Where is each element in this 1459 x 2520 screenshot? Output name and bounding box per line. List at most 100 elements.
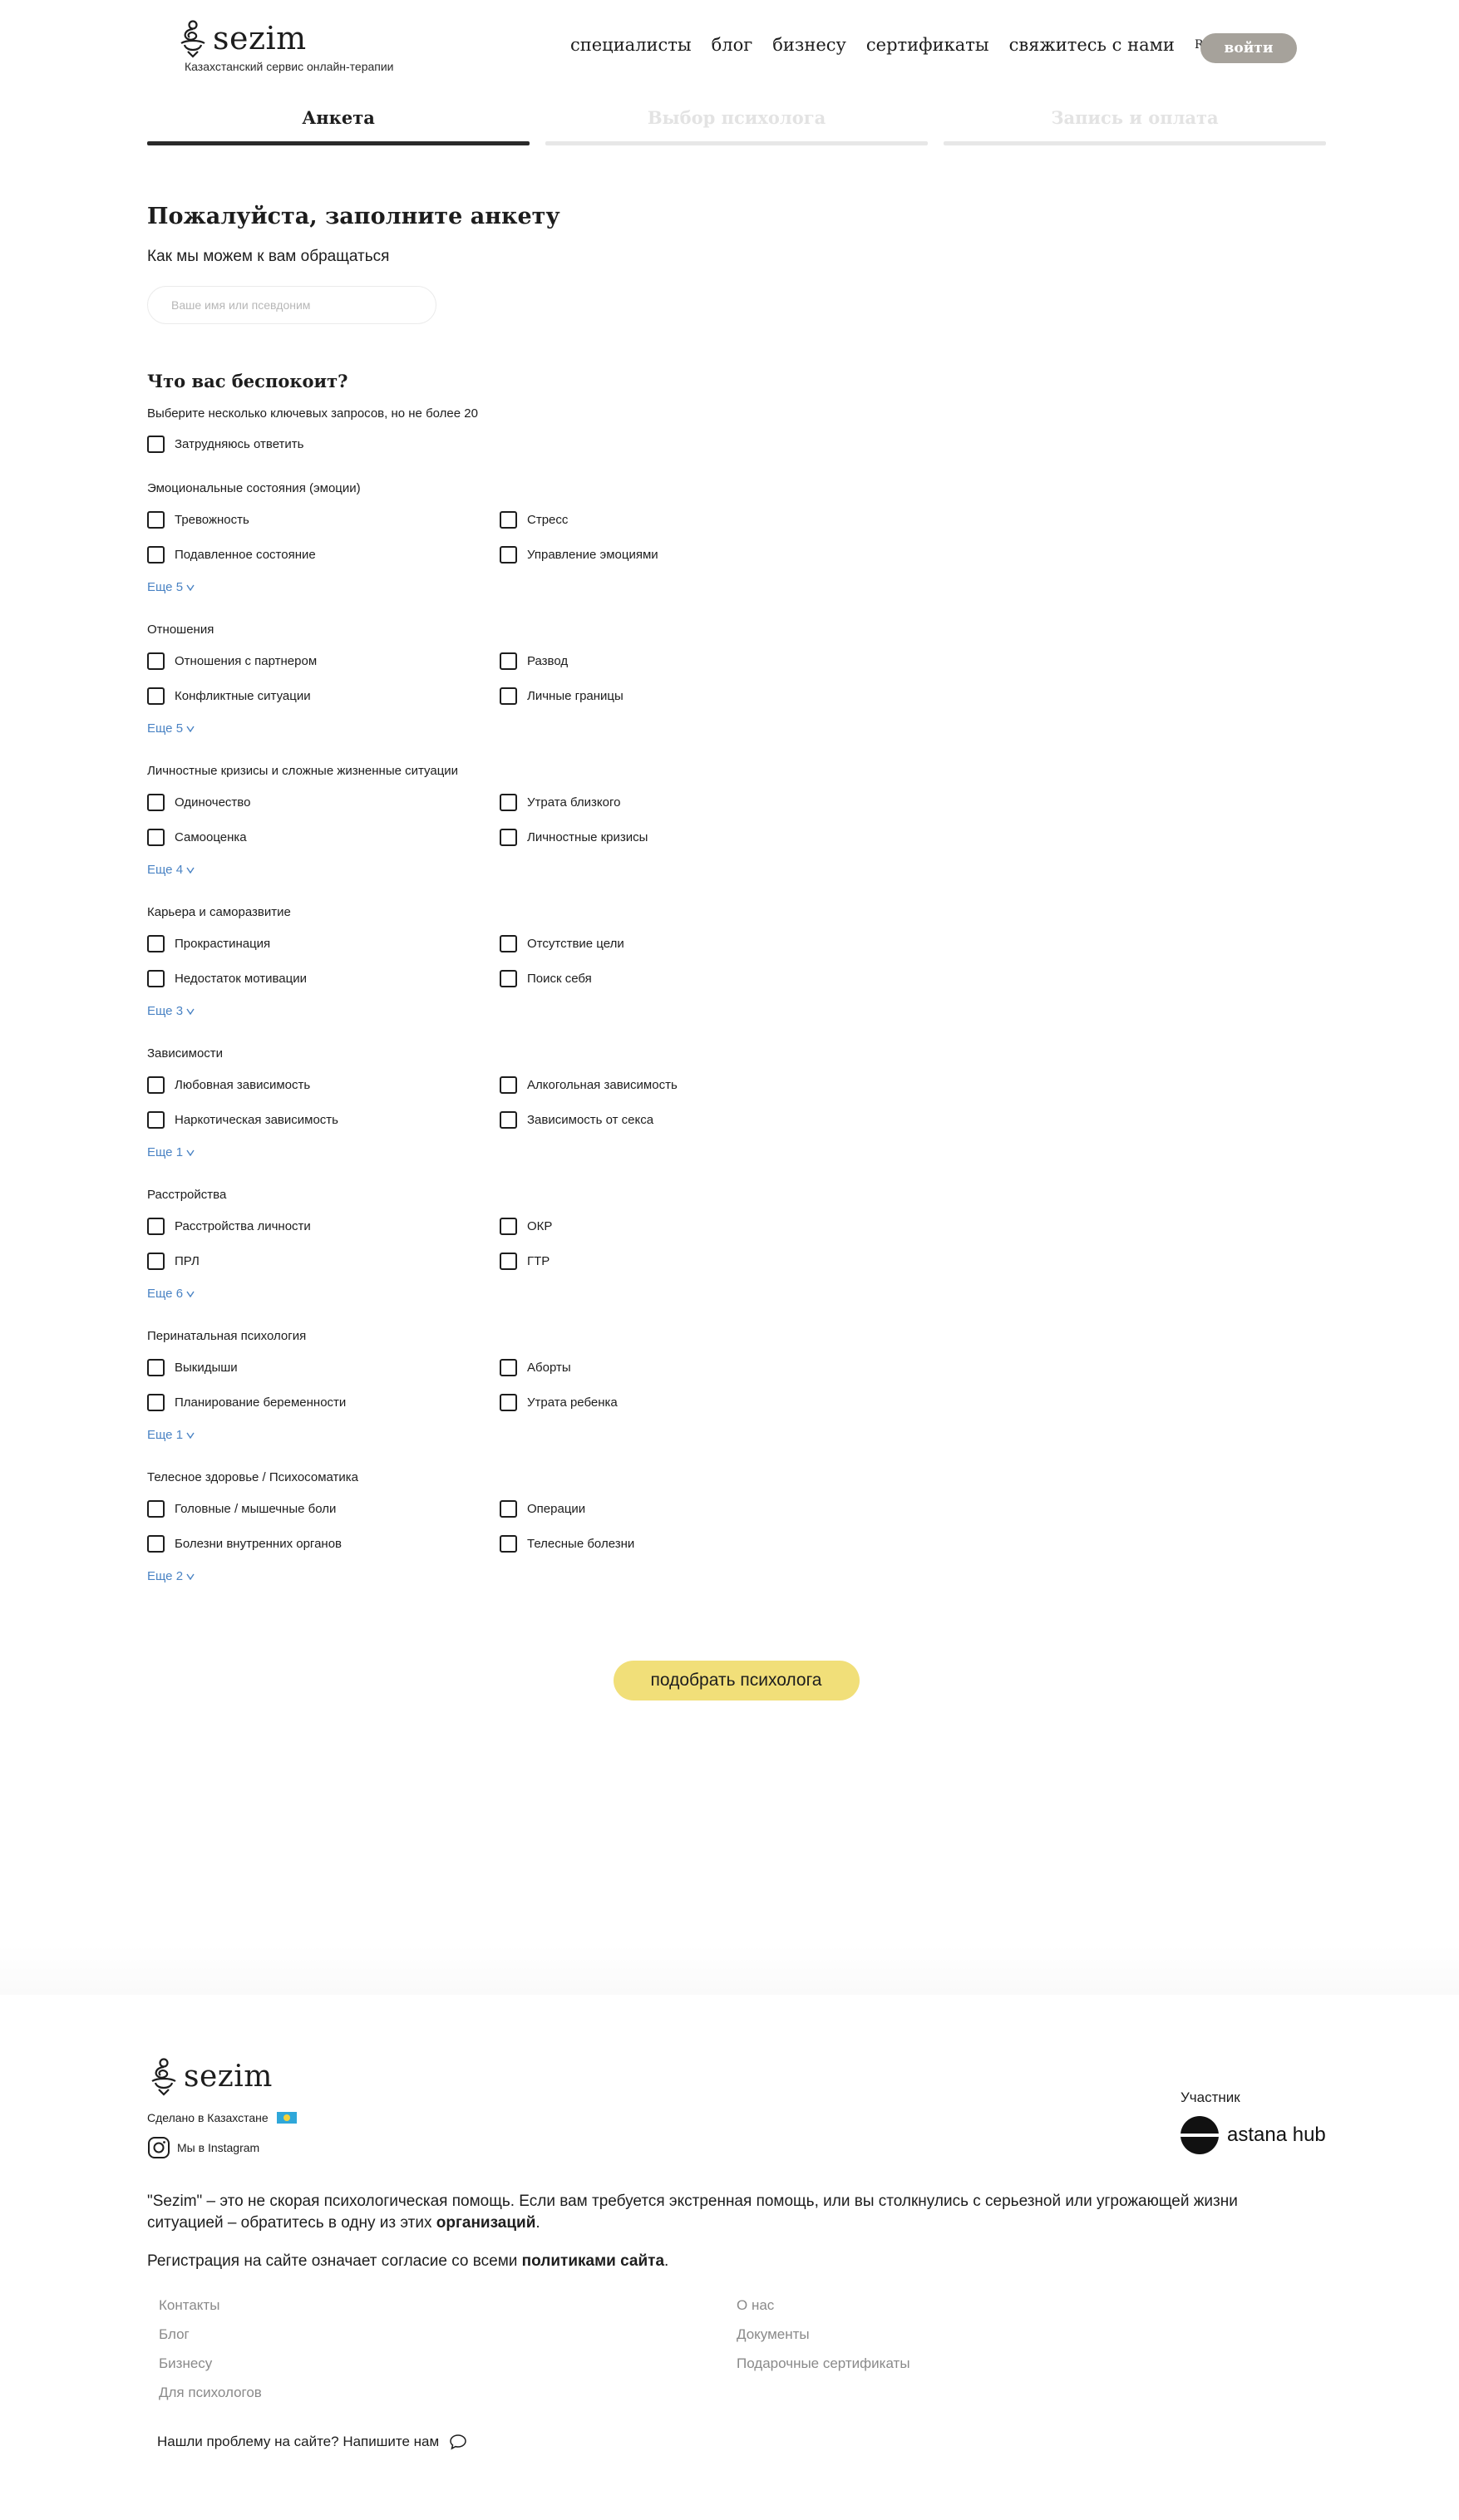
- concern-option[interactable]: Одиночество: [147, 793, 500, 811]
- report-problem-button[interactable]: Нашли проблему на сайте? Напишите нам: [147, 2420, 496, 2463]
- concern-option[interactable]: Стресс: [500, 510, 832, 529]
- concern-option[interactable]: Личностные кризисы: [500, 828, 832, 846]
- concern-option[interactable]: Болезни внутренних органов: [147, 1534, 500, 1553]
- sezim-logo[interactable]: sezim Казахстанский сервис онлайн-терапи…: [176, 18, 394, 73]
- concern-option[interactable]: Любовная зависимость: [147, 1075, 500, 1094]
- concern-option[interactable]: Утрата близкого: [500, 793, 832, 811]
- footer-link-about[interactable]: О нас: [737, 2297, 910, 2326]
- checkbox[interactable]: [147, 828, 165, 846]
- checkbox[interactable]: [147, 545, 165, 564]
- login-button[interactable]: войти: [1200, 33, 1297, 63]
- concern-option[interactable]: Алкогольная зависимость: [500, 1075, 832, 1094]
- checkbox[interactable]: [147, 1534, 165, 1553]
- concern-option[interactable]: ГТР: [500, 1252, 832, 1270]
- step-choose-psychologist[interactable]: Выбор психолога: [545, 105, 928, 145]
- concern-option[interactable]: Поиск себя: [500, 969, 832, 987]
- footer-logo[interactable]: sezim: [147, 2056, 273, 2096]
- concern-option[interactable]: Самооценка: [147, 828, 500, 846]
- nav-business[interactable]: бизнесу: [772, 35, 846, 55]
- checkbox[interactable]: [500, 1075, 517, 1094]
- footer-link-blog[interactable]: Блог: [159, 2326, 262, 2355]
- checkbox[interactable]: [147, 510, 165, 529]
- checkbox[interactable]: [500, 793, 517, 811]
- concern-option[interactable]: Личные границы: [500, 687, 832, 705]
- concern-option[interactable]: Расстройства личности: [147, 1217, 500, 1235]
- concern-option[interactable]: Телесные болезни: [500, 1534, 832, 1553]
- concern-option[interactable]: Операции: [500, 1499, 832, 1518]
- hard-to-answer-option[interactable]: Затрудняюсь ответить: [147, 436, 978, 453]
- nav-contact[interactable]: свяжитесь с нами: [1009, 35, 1175, 55]
- concern-option[interactable]: Отношения с партнером: [147, 652, 500, 670]
- concern-option[interactable]: Отсутствие цели: [500, 934, 832, 952]
- checkbox[interactable]: [500, 1499, 517, 1518]
- concern-option[interactable]: Наркотическая зависимость: [147, 1110, 500, 1129]
- concern-option[interactable]: Аборты: [500, 1358, 832, 1376]
- checkbox[interactable]: [147, 969, 165, 987]
- show-more-link[interactable]: Еще 2: [147, 1569, 978, 1583]
- checkbox[interactable]: [147, 436, 165, 453]
- checkbox[interactable]: [147, 1252, 165, 1270]
- show-more-link[interactable]: Еще 1: [147, 1145, 978, 1159]
- astana-hub-logo[interactable]: astana hub: [1181, 2116, 1326, 2154]
- checkbox[interactable]: [500, 687, 517, 705]
- checkbox[interactable]: [500, 828, 517, 846]
- checkbox[interactable]: [500, 652, 517, 670]
- concern-option[interactable]: ПРЛ: [147, 1252, 500, 1270]
- concern-option[interactable]: Утрата ребенка: [500, 1393, 832, 1411]
- nav-specialists[interactable]: специалисты: [570, 35, 692, 55]
- checkbox[interactable]: [500, 969, 517, 987]
- show-more-link[interactable]: Еще 6: [147, 1287, 978, 1301]
- checkbox[interactable]: [147, 687, 165, 705]
- checkbox[interactable]: [500, 934, 517, 952]
- checkbox[interactable]: [147, 1393, 165, 1411]
- footer-link-for-psychologists[interactable]: Для психологов: [159, 2385, 262, 2414]
- checkbox[interactable]: [500, 1393, 517, 1411]
- concern-option[interactable]: Прокрастинация: [147, 934, 500, 952]
- checkbox[interactable]: [147, 1075, 165, 1094]
- checkbox[interactable]: [500, 1358, 517, 1376]
- show-more-link[interactable]: Еще 5: [147, 580, 978, 594]
- concern-category: Карьера и саморазвитие Прокрастинация Отсу…: [147, 905, 978, 1018]
- organizations-link[interactable]: организаций: [436, 2214, 536, 2232]
- concern-option[interactable]: Подавленное состояние: [147, 545, 500, 564]
- footer-link-contacts[interactable]: Контакты: [159, 2297, 262, 2326]
- checkbox[interactable]: [500, 545, 517, 564]
- concern-option[interactable]: Недостаток мотивации: [147, 969, 500, 987]
- concern-option[interactable]: Зависимость от секса: [500, 1110, 832, 1129]
- concern-option[interactable]: Планирование беременности: [147, 1393, 500, 1411]
- name-input[interactable]: [147, 286, 436, 324]
- concern-option[interactable]: Тревожность: [147, 510, 500, 529]
- checkbox[interactable]: [500, 1534, 517, 1553]
- concern-option[interactable]: ОКР: [500, 1217, 832, 1235]
- show-more-link[interactable]: Еще 5: [147, 721, 978, 736]
- concern-option[interactable]: Головные / мышечные боли: [147, 1499, 500, 1518]
- checkbox[interactable]: [147, 1110, 165, 1129]
- concern-option[interactable]: Управление эмоциями: [500, 545, 832, 564]
- step-questionnaire[interactable]: Анкета: [147, 105, 530, 145]
- checkbox[interactable]: [147, 1217, 165, 1235]
- checkbox[interactable]: [500, 1217, 517, 1235]
- show-more-link[interactable]: Еще 4: [147, 863, 978, 877]
- find-psychologist-button[interactable]: подобрать психолога: [613, 1661, 860, 1701]
- checkbox[interactable]: [500, 1252, 517, 1270]
- footer-link-documents[interactable]: Документы: [737, 2326, 910, 2355]
- checkbox[interactable]: [500, 510, 517, 529]
- checkbox[interactable]: [147, 1499, 165, 1518]
- concern-option[interactable]: Выкидыши: [147, 1358, 500, 1376]
- nav-certificates[interactable]: сертификаты: [866, 35, 989, 55]
- checkbox[interactable]: [500, 1110, 517, 1129]
- step-booking-payment[interactable]: Запись и оплата: [944, 105, 1326, 145]
- policies-link[interactable]: политиками сайта: [522, 2252, 664, 2270]
- concern-option[interactable]: Развод: [500, 652, 832, 670]
- show-more-link[interactable]: Еще 1: [147, 1428, 978, 1442]
- show-more-link[interactable]: Еще 3: [147, 1004, 978, 1018]
- concern-option[interactable]: Конфликтные ситуации: [147, 687, 500, 705]
- checkbox[interactable]: [147, 793, 165, 811]
- nav-blog[interactable]: блог: [712, 35, 753, 55]
- footer-link-business[interactable]: Бизнесу: [159, 2355, 262, 2385]
- checkbox[interactable]: [147, 1358, 165, 1376]
- footer-link-gift-certificates[interactable]: Подарочные сертификаты: [737, 2355, 910, 2385]
- checkbox[interactable]: [147, 652, 165, 670]
- checkbox[interactable]: [147, 934, 165, 952]
- instagram-link[interactable]: Мы в Instagram: [147, 2136, 259, 2159]
